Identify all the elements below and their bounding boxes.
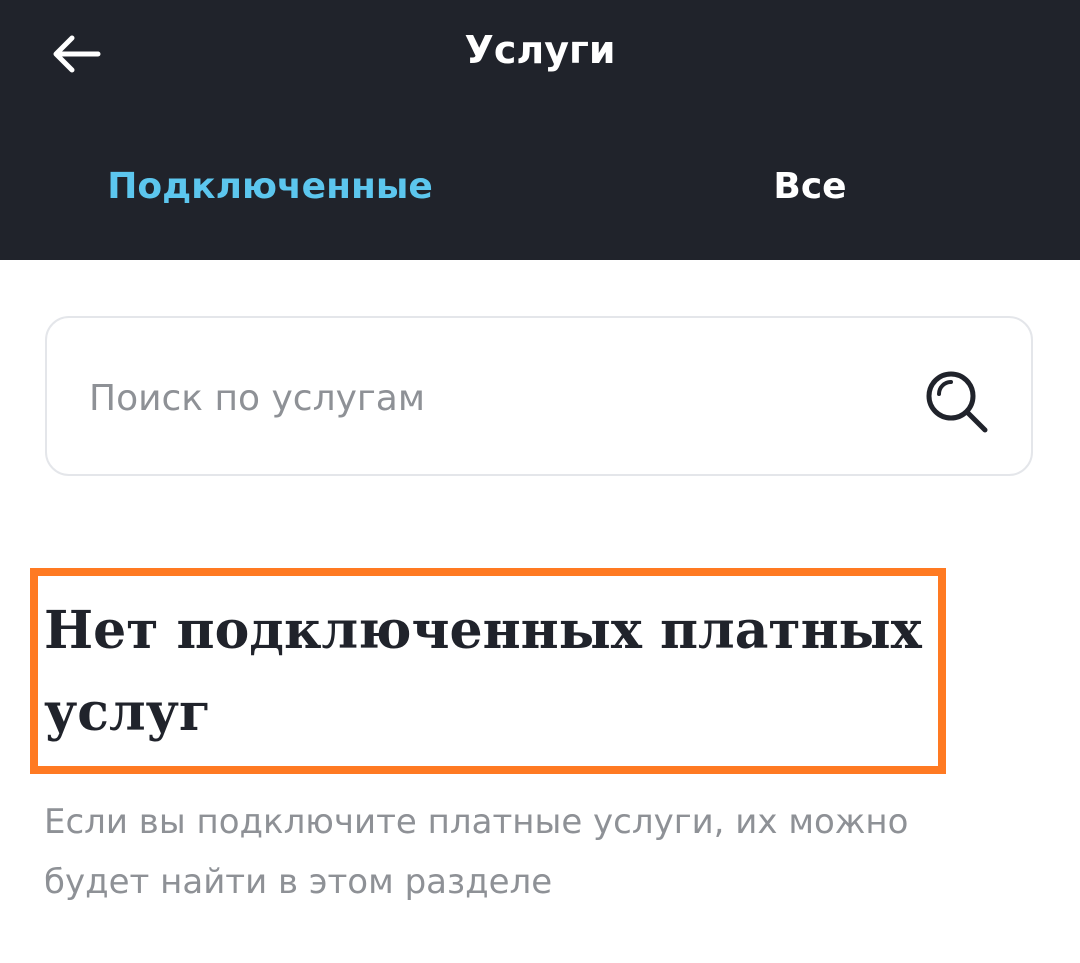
tab-all[interactable]: Все — [540, 140, 1080, 244]
tab-bar: Подключенные Все — [0, 140, 1080, 244]
empty-state-title: Нет подключенных платных услуг — [44, 600, 922, 743]
search-icon[interactable] — [923, 368, 993, 438]
back-button[interactable] — [40, 22, 112, 86]
arrow-left-icon — [53, 35, 101, 73]
empty-state-description: Если вы подключите платные услуги, их мо… — [44, 802, 909, 902]
search-input[interactable] — [89, 358, 889, 438]
services-screen: Услуги Подключенные Все Нет подключенных… — [0, 0, 1080, 963]
page-title: Услуги — [464, 28, 616, 72]
tab-connected[interactable]: Подключенные — [0, 140, 540, 244]
app-header: Услуги Подключенные Все — [0, 0, 1080, 260]
search-box — [45, 316, 1033, 476]
